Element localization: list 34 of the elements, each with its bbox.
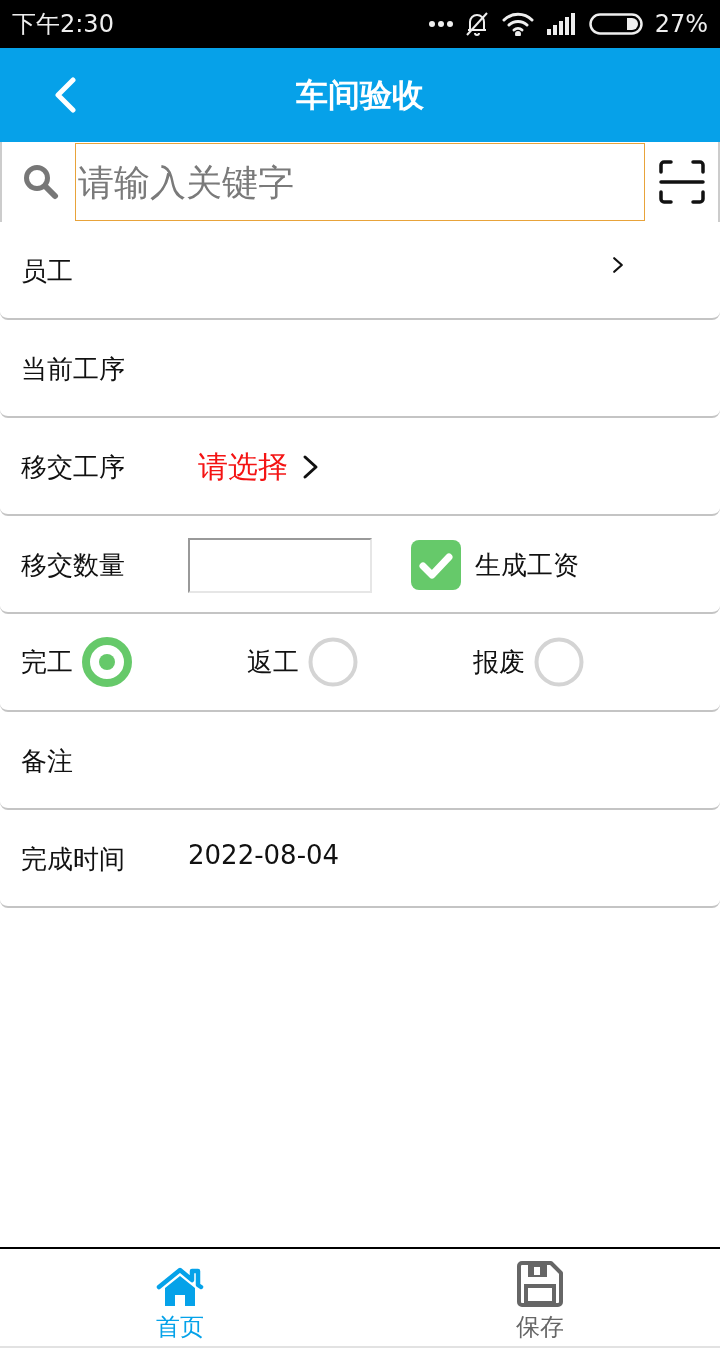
select-link[interactable]: 请选择: [198, 452, 319, 482]
radio-label: 完工: [21, 649, 73, 675]
field-label: 员工: [21, 258, 74, 284]
field-label: 备注: [21, 748, 74, 774]
quantity-field[interactable]: [188, 537, 372, 593]
field-label: 移交工序: [21, 454, 126, 480]
field-label: 当前工序: [21, 356, 126, 382]
field-label: 移交数量: [21, 552, 126, 578]
page-title: 车间验收: [296, 79, 424, 111]
home-icon: [156, 1267, 204, 1307]
search-field[interactable]: 请输入关键字: [75, 143, 645, 221]
bell-off-icon: [464, 11, 489, 37]
radio-button[interactable]: [534, 637, 584, 687]
radio-label: 报废: [473, 649, 525, 675]
checkbox-label: 生成工资: [475, 552, 579, 578]
chevron-right-icon: [302, 454, 319, 480]
signal-icon: [546, 13, 577, 35]
field-label: 完成时间: [21, 846, 126, 872]
battery-percent: 27%: [654, 12, 708, 36]
radio-button[interactable]: [82, 637, 132, 687]
chevron-right-icon: [612, 256, 624, 274]
search-icon: [22, 164, 60, 200]
radio-label: 返工: [247, 649, 299, 675]
nav-tab[interactable]: 保存: [360, 1249, 720, 1346]
radio-button[interactable]: [308, 637, 358, 687]
nav-tab[interactable]: 首页: [0, 1249, 360, 1346]
more-dots-icon: [428, 21, 453, 27]
date-value: 2022-08-04: [188, 842, 340, 868]
wifi-icon: [500, 12, 535, 36]
status-time: 下午2:30: [12, 12, 114, 36]
wage-checkbox[interactable]: [411, 540, 461, 590]
scan-icon: [659, 160, 705, 204]
battery-icon: [588, 13, 643, 35]
back-chevron-icon: [54, 77, 76, 113]
